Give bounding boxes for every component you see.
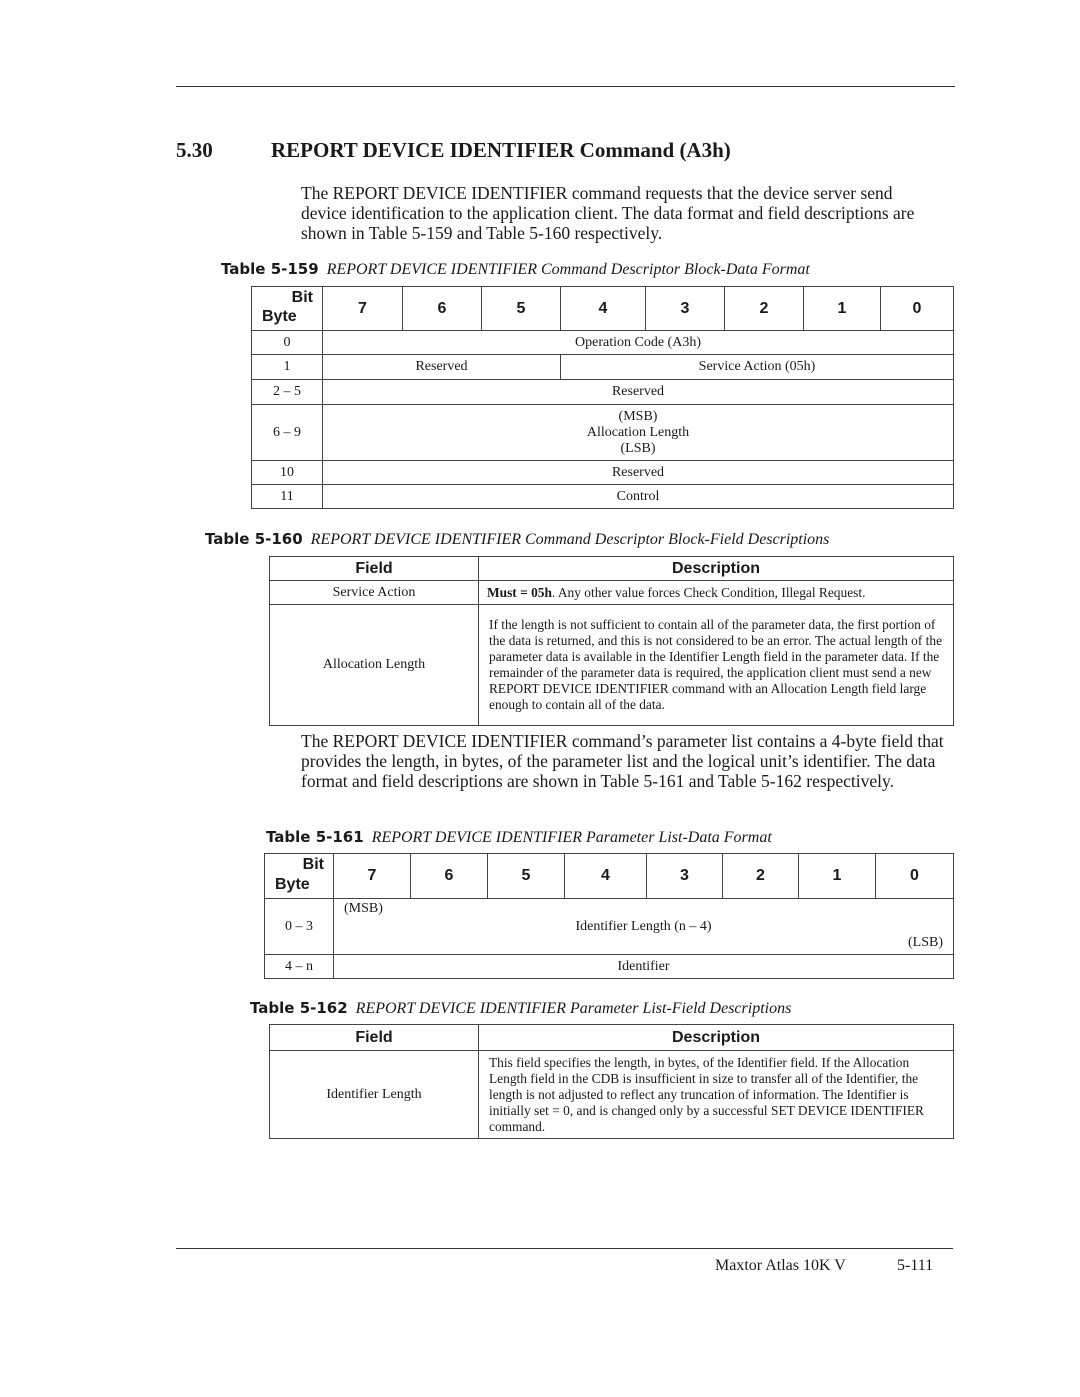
table-row: 0 – 3 (MSB) Identifier Length (n – 4) (L…: [264, 898, 954, 955]
table-row: 0 Operation Code (A3h): [251, 330, 954, 355]
section-title: REPORT DEVICE IDENTIFIER Command (A3h): [271, 138, 731, 162]
description-bold: Must = 05h: [487, 584, 552, 600]
table-row: 1 Reserved Service Action (05h): [251, 354, 954, 380]
table-161-title: REPORT DEVICE IDENTIFIER Parameter List-…: [371, 829, 772, 846]
table-row: 10 Reserved: [251, 460, 954, 485]
description-header: Description: [478, 556, 954, 581]
table-162-header-row: Field Description: [269, 1024, 954, 1051]
description-text: . Any other value forces Check Condition…: [551, 584, 866, 600]
section-heading: 5.30 REPORT DEVICE IDENTIFIER Command (A3…: [176, 138, 731, 163]
table-row: Identifier Length This field specifies t…: [269, 1050, 954, 1139]
field-cell: Reserved: [322, 379, 954, 405]
corner-byte-label: Byte: [275, 876, 310, 893]
table-162: Field Description Identifier Length This…: [269, 1024, 954, 1139]
field-cell: Identifier: [333, 954, 954, 979]
footer-page-number: 5-111: [897, 1257, 934, 1274]
bit-5-header: 5: [487, 853, 565, 899]
bit-4-header: 4: [564, 853, 647, 899]
table-160-header-row: Field Description: [269, 556, 954, 581]
field-cell: Service Action (05h): [560, 354, 954, 380]
field-name-cell: Identifier Length: [269, 1050, 479, 1139]
corner-bit-label: Bit: [291, 289, 313, 306]
byte-cell: 6 – 9: [251, 404, 323, 461]
table-161: Bit Byte 7 6 5 4 3 2 1 0 0 – 3 (MSB) Ide…: [264, 853, 954, 979]
header-rule: [176, 86, 955, 87]
bit-3-header: 3: [645, 286, 725, 331]
table-row: 4 – n Identifier: [264, 954, 954, 979]
table-row: Service Action Must = 05h. Any other val…: [269, 580, 954, 605]
table-row: 2 – 5 Reserved: [251, 379, 954, 405]
field-name: Allocation Length: [586, 424, 690, 440]
table-160-title: REPORT DEVICE IDENTIFIER Command Descrip…: [310, 531, 830, 548]
bit-byte-corner: Bit Byte: [264, 853, 334, 899]
field-cell: Reserved: [322, 460, 954, 485]
table-161-header-row: Bit Byte 7 6 5 4 3 2 1 0: [264, 853, 954, 899]
table-159-header-row: Bit Byte 7 6 5 4 3 2 1 0: [251, 286, 954, 331]
bit-4-header: 4: [560, 286, 646, 331]
bit-6-header: 6: [402, 286, 482, 331]
table-161-label: Table 5-161: [266, 828, 364, 846]
description-cell: Must = 05h. Any other value forces Check…: [478, 580, 954, 605]
table-160: Field Description Service Action Must = …: [269, 556, 954, 726]
intro-paragraph: The REPORT DEVICE IDENTIFIER command req…: [301, 183, 915, 243]
table-row: 6 – 9 (MSB) Allocation Length (LSB): [251, 404, 954, 461]
footer-rule-long: [176, 1248, 953, 1249]
description-cell: If the length is not sufficient to conta…: [478, 604, 954, 726]
bit-1-header: 1: [798, 853, 876, 899]
corner-byte-label: Byte: [262, 308, 297, 325]
table-162-title: REPORT DEVICE IDENTIFIER Parameter List-…: [355, 1000, 792, 1017]
bit-3-header: 3: [646, 853, 723, 899]
table-159: Bit Byte 7 6 5 4 3 2 1 0 0 Operation Cod…: [251, 286, 954, 509]
field-cell: Reserved: [322, 354, 561, 380]
byte-cell: 4 – n: [264, 954, 334, 979]
table-160-caption: Table 5-160 REPORT DEVICE IDENTIFIER Comm…: [205, 530, 829, 549]
field-cell: (MSB) Identifier Length (n – 4) (LSB): [333, 898, 954, 955]
table-162-caption: Table 5-162 REPORT DEVICE IDENTIFIER Para…: [250, 999, 791, 1018]
byte-cell: 1: [251, 354, 323, 380]
field-name: Identifier Length (n – 4): [575, 918, 712, 934]
bit-byte-corner: Bit Byte: [251, 286, 323, 331]
bit-5-header: 5: [481, 286, 561, 331]
table-162-label: Table 5-162: [250, 999, 348, 1017]
bit-7-header: 7: [333, 853, 411, 899]
table-159-caption: Table 5-159 REPORT DEVICE IDENTIFIER Comm…: [221, 260, 810, 279]
byte-cell: 10: [251, 460, 323, 485]
field-cell: Operation Code (A3h): [322, 330, 954, 355]
table-row: Allocation Length If the length is not s…: [269, 604, 954, 726]
field-name-cell: Service Action: [269, 580, 479, 605]
byte-cell: 2 – 5: [251, 379, 323, 405]
description-cell: This field specifies the length, in byte…: [478, 1050, 954, 1139]
lsb-label: (LSB): [908, 935, 943, 950]
bit-6-header: 6: [410, 853, 488, 899]
table-160-label: Table 5-160: [205, 530, 303, 548]
field-header: Field: [269, 556, 479, 581]
bit-7-header: 7: [322, 286, 403, 331]
description-header: Description: [478, 1024, 954, 1051]
bit-2-header: 2: [722, 853, 799, 899]
byte-cell: 11: [251, 484, 323, 509]
msb-label: (MSB): [618, 408, 658, 424]
table-159-title: REPORT DEVICE IDENTIFIER Command Descrip…: [326, 261, 810, 278]
table-row: 11 Control: [251, 484, 954, 509]
msb-label: (MSB): [344, 901, 383, 916]
bit-1-header: 1: [803, 286, 881, 331]
field-name-cell: Allocation Length: [269, 604, 479, 726]
footer-product: Maxtor Atlas 10K V: [715, 1257, 846, 1274]
field-header: Field: [269, 1024, 479, 1051]
section-number: 5.30: [176, 138, 213, 162]
bit-2-header: 2: [724, 286, 804, 331]
lsb-label: (LSB): [620, 440, 656, 456]
corner-bit-label: Bit: [302, 856, 324, 873]
table-161-caption: Table 5-161 REPORT DEVICE IDENTIFIER Para…: [266, 828, 772, 847]
field-cell: Control: [322, 484, 954, 509]
byte-cell: 0 – 3: [264, 898, 334, 955]
table-159-label: Table 5-159: [221, 260, 319, 278]
parameter-list-paragraph: The REPORT DEVICE IDENTIFIER command’s p…: [301, 731, 944, 791]
byte-cell: 0: [251, 330, 323, 355]
bit-0-header: 0: [875, 853, 954, 899]
bit-0-header: 0: [880, 286, 954, 331]
field-cell: (MSB) Allocation Length (LSB): [322, 404, 954, 461]
